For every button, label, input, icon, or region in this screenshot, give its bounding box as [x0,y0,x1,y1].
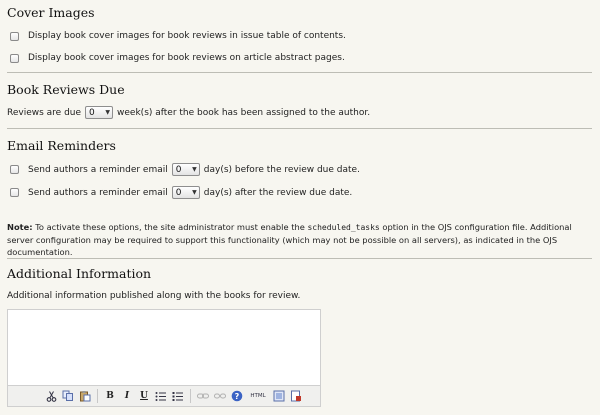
reminder-before-prefix: Send authors a reminder email [28,164,168,175]
note-code: scheduled_tasks [307,223,380,232]
note-label: Note: [7,222,33,232]
chevron-down-icon: ▼ [105,109,111,116]
html-source-button[interactable]: HTML [247,389,269,403]
cover-abstract-checkbox[interactable] [10,53,19,63]
reminder-before-row: Send authors a reminder email 0 ▼ day(s)… [10,163,360,176]
divider [7,258,592,259]
bold-button[interactable]: B [103,389,117,403]
chevron-down-icon: ▼ [192,166,197,173]
email-reminders-heading: Email Reminders [7,138,116,153]
copy-icon[interactable] [61,389,75,403]
reminder-after-days-select[interactable]: 0 ▼ [171,186,200,199]
reviews-due-prefix: Reviews are due [7,107,82,118]
editor-toolbar: B I U ? HTML [7,385,321,407]
cut-icon[interactable] [44,389,58,403]
reminder-after-suffix: day(s) after the review due date. [203,187,353,198]
fullscreen-icon[interactable] [272,389,286,403]
divider [7,72,592,73]
cover-images-heading: Cover Images [7,5,95,20]
reminder-before-suffix: day(s) before the review due date. [203,164,360,175]
additional-information-heading: Additional Information [7,266,152,281]
cover-abstract-label: Display book cover images for book revie… [28,53,345,63]
bullet-list-icon[interactable] [154,389,168,403]
help-icon[interactable]: ? [230,389,244,403]
numbered-list-icon[interactable] [171,389,185,403]
reminder-before-checkbox[interactable] [10,165,19,174]
reminder-before-days-select[interactable]: 0 ▼ [171,163,200,176]
reviews-due-weeks-value: 0 [89,107,95,118]
scheduled-tasks-note: Note: To activate these options, the sit… [7,221,591,258]
reminder-after-prefix: Send authors a reminder email [28,187,168,198]
svg-text:?: ? [235,392,240,401]
reminder-before-days-value: 0 [175,164,182,175]
cover-toc-checkbox[interactable] [10,31,19,41]
divider [7,128,592,129]
underline-button[interactable]: U [137,389,151,403]
toolbar-separator [190,389,191,403]
italic-button[interactable]: I [120,389,134,403]
reviews-due-suffix: week(s) after the book has been assigned… [117,107,371,118]
cover-option-toc-row[interactable]: Display book cover images for book revie… [10,31,346,41]
reviews-due-weeks-select[interactable]: 0 ▼ [85,106,114,119]
book-reviews-due-heading: Book Reviews Due [7,82,125,97]
unlink-icon[interactable] [213,389,227,403]
additional-information-description: Additional information published along w… [7,291,301,301]
cover-option-abstract-row[interactable]: Display book cover images for book revie… [10,53,345,63]
upload-image-icon[interactable] [289,389,303,403]
toolbar-separator [97,389,98,403]
paste-icon[interactable] [78,389,92,403]
cover-toc-label: Display book cover images for book revie… [28,31,346,41]
reminder-after-checkbox[interactable] [10,188,19,197]
settings-page: Cover Images Display book cover images f… [0,0,600,415]
reminder-after-row: Send authors a reminder email 0 ▼ day(s)… [10,186,352,199]
link-icon[interactable] [196,389,210,403]
reminder-after-days-value: 0 [175,187,182,198]
note-text-1: To activate these options, the site admi… [35,222,305,232]
chevron-down-icon: ▼ [192,189,197,196]
reviews-due-row: Reviews are due 0 ▼ week(s) after the bo… [7,106,370,119]
